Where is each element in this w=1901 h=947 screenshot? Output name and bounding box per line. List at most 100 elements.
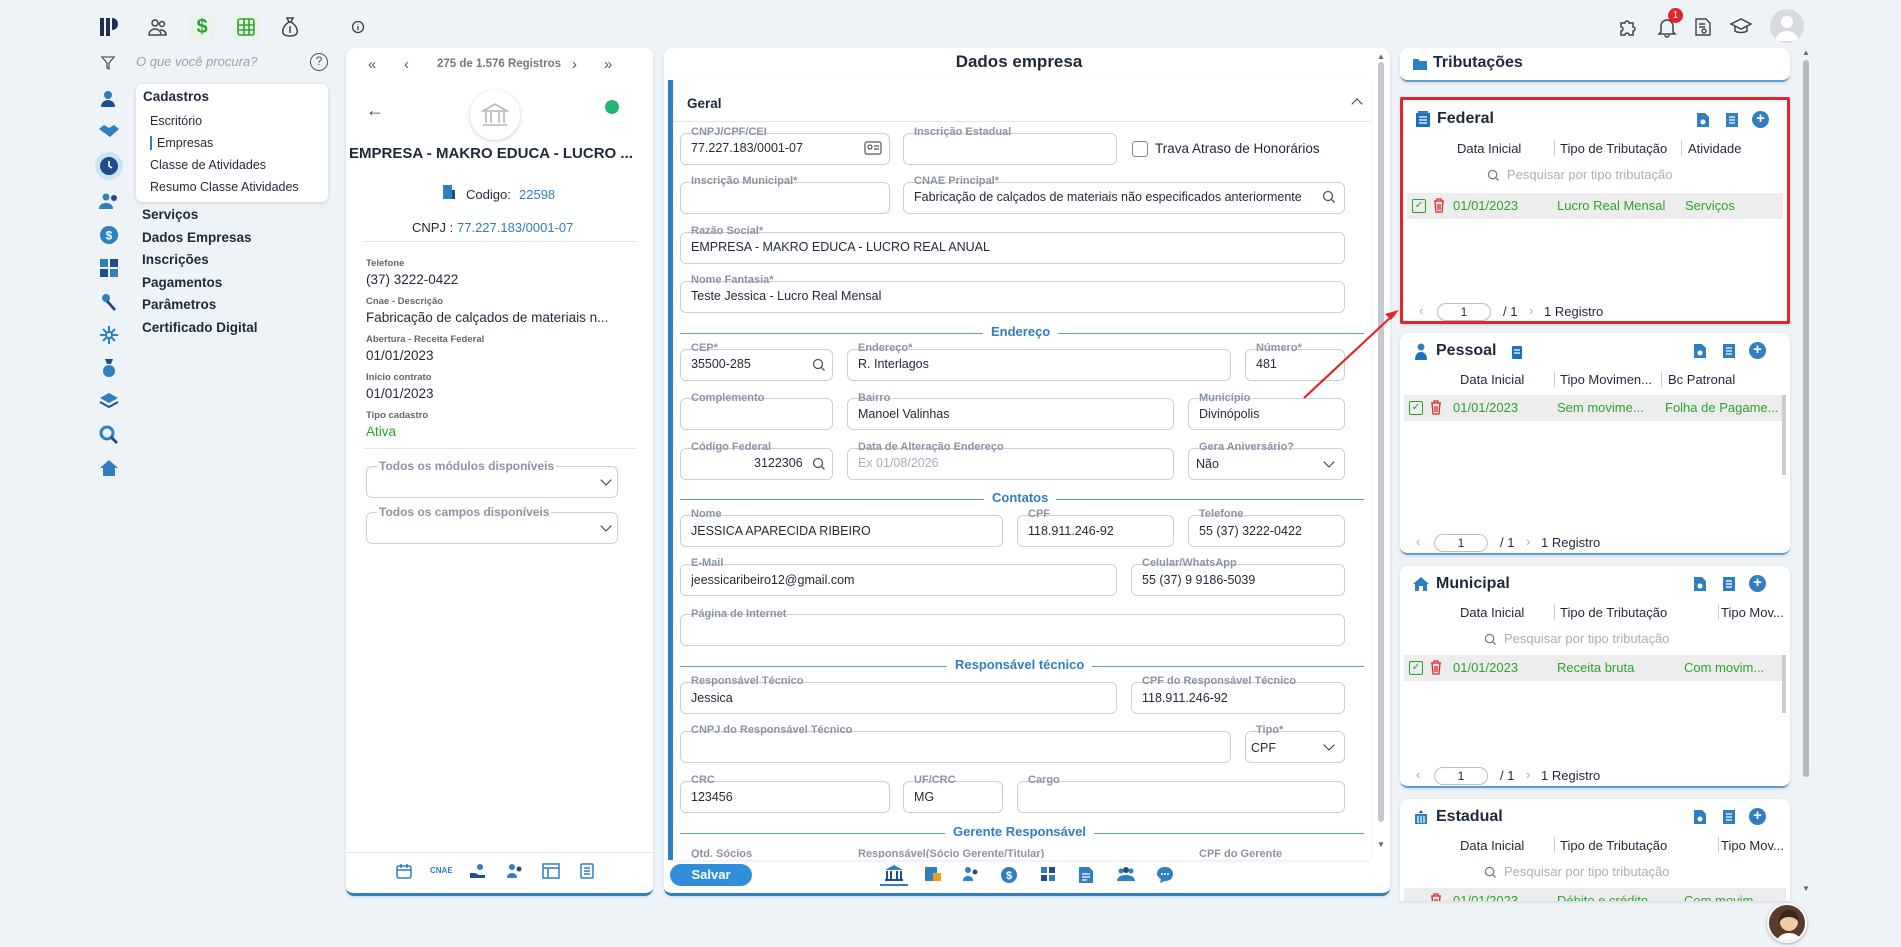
view-doc-icon[interactable] [1693,809,1707,825]
help-icon[interactable]: ? [310,53,328,71]
card-scrollbar[interactable] [1782,655,1786,713]
money-bag-icon[interactable] [277,14,303,40]
federal-search-input[interactable]: Pesquisar por tipo tributação [1507,167,1672,182]
badge-doc-icon[interactable] [1511,345,1523,360]
search-icon[interactable] [812,358,826,372]
calendar-icon[interactable] [396,863,414,881]
col-atividade[interactable]: Atividade [1688,141,1741,156]
logo[interactable] [96,14,122,40]
submenu-item-classe-atividades[interactable]: Classe de Atividades [150,158,266,172]
next-record-button[interactable]: › [572,56,577,73]
trash-icon[interactable] [1430,893,1442,901]
code-value[interactable]: 22598 [519,187,555,202]
team-icon[interactable] [96,188,122,214]
user-icon[interactable] [96,86,122,112]
contacts-icon[interactable] [962,866,980,884]
info-icon[interactable] [345,14,371,40]
add-icon[interactable]: + [1752,111,1769,128]
pessoal-row[interactable]: ✓ 01/01/2023 Sem movime... Folha de Paga… [1404,395,1786,421]
municipal-search-input[interactable]: Pesquisar por tipo tributação [1504,631,1669,646]
col-tipo-tributacao[interactable]: Tipo de Tributação [1560,605,1667,620]
network-icon[interactable] [96,322,122,348]
add-icon[interactable]: + [1749,575,1766,592]
next-page-icon[interactable]: › [1529,303,1533,318]
cnpj-value[interactable]: 77.227.183/0001-07 [457,220,573,235]
col-data-inicial[interactable]: Data Inicial [1460,605,1524,620]
scroll-up-arrow[interactable]: ▲ [1377,52,1385,61]
trib-scroll-down[interactable]: ▼ [1802,884,1810,893]
view-doc-icon[interactable] [1693,343,1707,359]
layers-icon[interactable] [96,388,122,414]
dollar-tab-icon[interactable]: $ [1000,866,1018,884]
calculator-tab-icon[interactable] [1040,866,1058,884]
puzzle-icon[interactable] [1616,14,1642,40]
cargo-field[interactable] [1017,781,1345,813]
trash-icon[interactable] [1433,198,1445,213]
search-input[interactable]: O que você procura? [136,54,296,69]
filter-icon[interactable] [100,55,116,71]
grid-icon[interactable] [233,14,259,40]
view-doc-icon[interactable] [1693,576,1707,592]
page-input[interactable]: 1 [1437,303,1491,321]
menu-servicos[interactable]: Serviços [142,207,198,222]
menu-dados-empresas[interactable]: Dados Empresas [142,230,252,245]
list-doc-icon[interactable] [1724,112,1740,128]
id-card-icon[interactable] [864,141,882,155]
handshake-icon[interactable] [96,118,122,144]
calculator-icon[interactable] [96,255,122,281]
add-icon[interactable]: + [1749,808,1766,825]
people-icon[interactable] [506,863,524,881]
search-icon[interactable] [812,457,826,471]
col-tipo-movimento[interactable]: Tipo Mov... [1721,605,1784,620]
view-doc-icon[interactable] [1696,112,1710,128]
trash-icon[interactable] [1430,400,1442,415]
menu-pagamentos[interactable]: Pagamentos [142,275,222,290]
col-data-inicial[interactable]: Data Inicial [1460,372,1524,387]
trib-scrollbar[interactable] [1803,60,1809,777]
form-scrollbar[interactable] [1378,62,1384,822]
federal-row[interactable]: ✓ 01/01/2023 Lucro Real Mensal Serviços [1407,193,1783,219]
graduation-cap-icon[interactable] [1728,14,1754,40]
geral-title[interactable]: Geral [687,96,722,111]
save-button[interactable]: Salvar [670,864,752,886]
page-input[interactable]: 1 [1434,534,1488,552]
check-icon[interactable]: ✓ [1412,199,1426,213]
menu-parametros[interactable]: Parâmetros [142,297,216,312]
submenu-item-escritorio[interactable]: Escritório [150,114,202,128]
col-data-inicial[interactable]: Data Inicial [1457,141,1521,156]
document-list-icon[interactable] [579,863,597,881]
col-tipo-movimento[interactable]: Tipo Mov... [1721,838,1784,853]
clock-icon[interactable] [95,152,123,180]
next-page-icon[interactable]: › [1526,767,1530,782]
prev-page-icon[interactable]: ‹ [1416,534,1420,549]
chat-icon[interactable] [1156,866,1174,884]
cnae-icon[interactable]: CNAE [430,866,453,875]
col-tipo-movimento[interactable]: Tipo Movimen... [1560,372,1652,387]
user-avatar[interactable] [1770,9,1804,43]
dollar-circle-icon[interactable]: $ [96,222,122,248]
hand-coins-icon[interactable] [469,863,487,881]
last-record-button[interactable]: » [604,56,612,73]
municipal-row[interactable]: ✓ 01/01/2023 Receita bruta Com movim... [1404,655,1786,681]
col-tipo-tributacao[interactable]: Tipo de Tributação [1560,141,1667,156]
address-card-icon[interactable] [924,866,942,884]
document-search-icon[interactable] [1690,14,1716,40]
prev-record-button[interactable]: ‹ [404,56,409,73]
menu-certificado-digital[interactable]: Certificado Digital [142,320,258,335]
check-icon[interactable]: ✓ [1409,401,1423,415]
next-page-icon[interactable]: › [1526,534,1530,549]
dollar-icon[interactable]: $ [189,14,215,40]
menu-inscricoes[interactable]: Inscrições [142,252,209,267]
list-doc-icon[interactable] [1721,809,1737,825]
search-icon[interactable] [1322,190,1336,204]
support-avatar[interactable] [1767,903,1807,943]
scroll-down-arrow[interactable]: ▼ [1377,840,1385,849]
card-scrollbar[interactable] [1782,395,1786,475]
document-edit-icon[interactable] [1078,866,1096,884]
list-doc-icon[interactable] [1721,343,1737,359]
home-icon[interactable] [96,455,122,481]
first-record-button[interactable]: « [368,56,376,73]
bank-tab-icon[interactable] [880,862,908,886]
table-icon[interactable] [542,863,560,881]
check-icon[interactable]: ✓ [1409,661,1423,675]
